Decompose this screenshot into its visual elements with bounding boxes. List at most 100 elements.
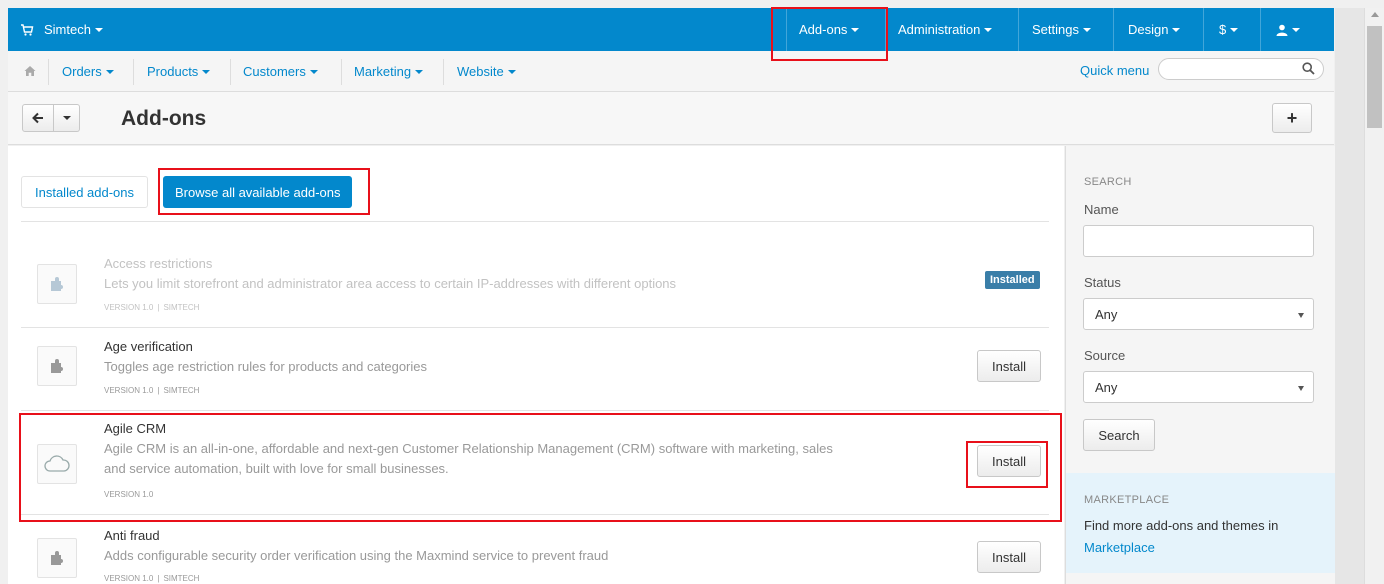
search-heading: Search — [1084, 176, 1132, 188]
quick-menu-link[interactable]: Quick menu — [1080, 63, 1149, 78]
divider — [48, 59, 49, 85]
addon-description: Toggles age restriction rules for produc… — [104, 359, 428, 374]
vertical-scrollbar[interactable] — [1364, 8, 1384, 584]
status-select[interactable]: Any — [1083, 298, 1314, 330]
nav-administration-label: Administration — [898, 22, 981, 37]
page-background-strip — [1335, 8, 1364, 584]
puzzle-icon — [37, 538, 77, 578]
addon-description: Agile CRM is an all-in-one, affordable a… — [104, 441, 833, 476]
nav-currency-label: $ — [1219, 22, 1227, 37]
scroll-up-icon[interactable] — [1371, 12, 1379, 17]
status-select-value: Any — [1095, 306, 1118, 322]
name-input[interactable] — [1083, 225, 1314, 257]
addon-version: VERSION 1.0 — [104, 574, 154, 583]
addon-vendor: SIMTECH — [163, 303, 200, 312]
addon-vendor: SIMTECH — [163, 574, 200, 583]
divider — [1018, 8, 1019, 51]
divider — [21, 221, 1049, 222]
addon-row: Anti fraud Adds configurable security or… — [21, 515, 1049, 584]
nav-addons[interactable]: Add-ons — [799, 8, 860, 51]
addon-row: Agile CRM Agile CRM is an all-in-one, af… — [21, 411, 1049, 515]
nav-user[interactable] — [1276, 8, 1300, 51]
chevron-down-icon — [507, 69, 516, 74]
install-button[interactable]: Install — [977, 350, 1041, 382]
chevron-down-icon — [94, 27, 103, 32]
source-select-value: Any — [1095, 379, 1118, 395]
nav-settings-label: Settings — [1032, 22, 1079, 37]
addon-name: Anti fraud — [104, 528, 160, 543]
global-search-input[interactable] — [1158, 58, 1324, 80]
user-icon — [1276, 24, 1288, 36]
search-button[interactable]: Search — [1083, 419, 1155, 451]
addon-meta: VERSION 1.0 | SIMTECH — [104, 574, 200, 583]
addon-vendor: SIMTECH — [163, 386, 200, 395]
scrollbar-thumb[interactable] — [1367, 26, 1382, 128]
divider — [786, 8, 787, 51]
divider — [443, 59, 444, 85]
marketplace-link[interactable]: Marketplace — [1084, 540, 1155, 555]
source-select[interactable]: Any — [1083, 371, 1314, 403]
puzzle-icon — [37, 346, 77, 386]
add-button[interactable]: + — [1272, 103, 1312, 133]
chevron-down-icon — [1172, 27, 1181, 32]
addon-version: VERSION 1.0 — [104, 303, 154, 312]
back-button-group — [22, 104, 80, 132]
home-icon[interactable] — [24, 65, 36, 77]
addon-meta: VERSION 1.0 | SIMTECH — [104, 386, 200, 395]
addon-row: Age verification Toggles age restriction… — [21, 328, 1049, 411]
addon-name: Agile CRM — [104, 421, 167, 436]
arrow-left-icon — [32, 112, 43, 124]
addon-row: Access restrictions Lets you limit store… — [21, 242, 1049, 328]
chevron-down-icon — [1230, 27, 1239, 32]
nav-administration[interactable]: Administration — [898, 8, 993, 51]
divider — [133, 59, 134, 85]
divider — [1203, 8, 1204, 51]
addons-list-panel: Installed add-ons Browse all available a… — [8, 146, 1064, 584]
subnav-orders[interactable]: Orders — [62, 51, 114, 92]
install-button[interactable]: Install — [977, 541, 1041, 573]
subnav-products-label: Products — [147, 64, 199, 79]
nav-settings[interactable]: Settings — [1032, 8, 1091, 51]
chevron-down-icon — [62, 116, 71, 120]
nav-currency[interactable]: $ — [1219, 8, 1239, 51]
divider — [230, 59, 231, 85]
top-navigation-bar: Simtech Add-ons Administration Settings … — [8, 8, 1334, 51]
subnav-customers[interactable]: Customers — [243, 51, 318, 92]
search-icon[interactable] — [1302, 62, 1315, 75]
chevron-down-icon — [1292, 27, 1300, 32]
puzzle-icon — [37, 264, 77, 304]
nav-design[interactable]: Design — [1128, 8, 1181, 51]
subnav-marketing[interactable]: Marketing — [354, 51, 424, 92]
tab-installed-addons[interactable]: Installed add-ons — [21, 176, 149, 208]
divider — [885, 8, 886, 51]
store-name: Simtech — [44, 22, 91, 37]
subnav-products[interactable]: Products — [147, 51, 211, 92]
install-button[interactable]: Install — [977, 445, 1041, 477]
addon-description: Adds configurable security order verific… — [104, 548, 609, 563]
page-title: Add-ons — [121, 107, 207, 130]
marketplace-text: Find more add-ons and themes in — [1084, 518, 1279, 533]
chevron-down-icon — [202, 69, 211, 74]
tab-browse-all-addons[interactable]: Browse all available add-ons — [163, 176, 353, 208]
marketplace-box: Marketplace Find more add-ons and themes… — [1066, 473, 1336, 573]
installed-badge: Installed — [985, 271, 1040, 289]
nav-design-label: Design — [1128, 22, 1169, 37]
status-label: Status — [1084, 275, 1121, 290]
back-button[interactable] — [22, 104, 54, 132]
subnav-website[interactable]: Website — [457, 51, 516, 92]
divider — [1113, 8, 1114, 51]
chevron-down-icon — [851, 27, 860, 32]
addon-meta: VERSION 1.0 — [104, 490, 153, 499]
marketplace-heading: Marketplace — [1084, 494, 1170, 506]
chevron-down-icon — [984, 27, 993, 32]
name-label: Name — [1084, 202, 1119, 217]
addon-name: Age verification — [104, 339, 193, 354]
subnav-marketing-label: Marketing — [354, 64, 412, 79]
addon-meta: VERSION 1.0 | SIMTECH — [104, 303, 200, 312]
store-switcher[interactable]: Simtech — [20, 8, 103, 51]
back-history-dropdown[interactable] — [54, 104, 80, 132]
addon-version: VERSION 1.0 — [104, 490, 154, 499]
divider — [341, 59, 342, 85]
subnav-orders-label: Orders — [62, 64, 102, 79]
chevron-down-icon — [1298, 313, 1304, 318]
